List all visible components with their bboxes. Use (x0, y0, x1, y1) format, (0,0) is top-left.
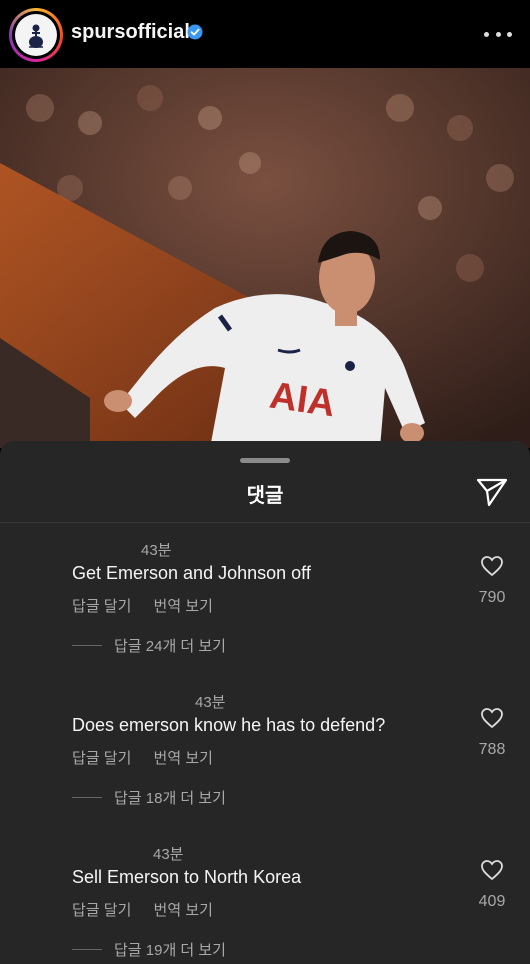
verified-badge-icon (187, 24, 203, 40)
comment-actions: 답글 달기 번역 보기 (72, 899, 231, 920)
comment-item: 43분 Get Emerson and Johnson off 답글 달기 번역… (0, 539, 530, 689)
comment-actions: 답글 달기 번역 보기 (72, 747, 231, 768)
player-photo: AIA (0, 68, 530, 448)
spurs-logo-icon (29, 24, 43, 48)
post-photo[interactable]: AIA (0, 68, 530, 448)
comment-time: 43분 (195, 694, 226, 711)
comment-item: 43분 Sell Emerson to North Korea 답글 달기 번역… (0, 843, 530, 964)
post-header: spursofficial (0, 0, 530, 68)
comment-text: Sell Emerson to North Korea (72, 867, 302, 887)
replies-line (72, 949, 102, 950)
like-count: 790 (478, 589, 506, 606)
view-replies-label: 답글 24개 더 보기 (114, 638, 226, 655)
translate-button[interactable]: 번역 보기 (154, 598, 213, 615)
heart-icon[interactable] (480, 555, 504, 577)
sheet-title: 댓글 (246, 485, 284, 507)
replies-line (72, 645, 102, 646)
username[interactable]: spursofficial (71, 21, 190, 44)
more-options-icon[interactable] (484, 24, 512, 44)
comments-sheet: 댓글 43분 Get Emerson and Johnson off 답글 달기… (0, 441, 530, 964)
comment-text: Does emerson know he has to defend? (72, 715, 386, 735)
heart-icon[interactable] (480, 707, 504, 729)
comment-time: 43분 (141, 542, 172, 559)
drag-handle[interactable] (240, 458, 290, 463)
reply-button[interactable]: 답글 달기 (72, 902, 131, 919)
like-count: 409 (478, 893, 506, 910)
comment-item: 43분 Does emerson know he has to defend? … (0, 691, 530, 841)
comment-time: 43분 (153, 846, 184, 863)
view-replies-label: 답글 18개 더 보기 (114, 790, 226, 807)
view-replies-button[interactable]: 답글 19개 더 보기 (72, 939, 226, 960)
send-icon[interactable] (476, 477, 508, 507)
reply-button[interactable]: 답글 달기 (72, 598, 131, 615)
comment-actions: 답글 달기 번역 보기 (72, 595, 231, 616)
comment-text: Get Emerson and Johnson off (72, 563, 311, 583)
replies-line (72, 797, 102, 798)
divider (0, 522, 530, 523)
view-replies-button[interactable]: 답글 24개 더 보기 (72, 635, 226, 656)
translate-button[interactable]: 번역 보기 (154, 902, 213, 919)
reply-button[interactable]: 답글 달기 (72, 750, 131, 767)
heart-icon[interactable] (480, 859, 504, 881)
view-replies-label: 답글 19개 더 보기 (114, 942, 226, 959)
view-replies-button[interactable]: 답글 18개 더 보기 (72, 787, 226, 808)
profile-avatar[interactable] (9, 8, 63, 62)
translate-button[interactable]: 번역 보기 (154, 750, 213, 767)
like-count: 788 (478, 741, 506, 758)
